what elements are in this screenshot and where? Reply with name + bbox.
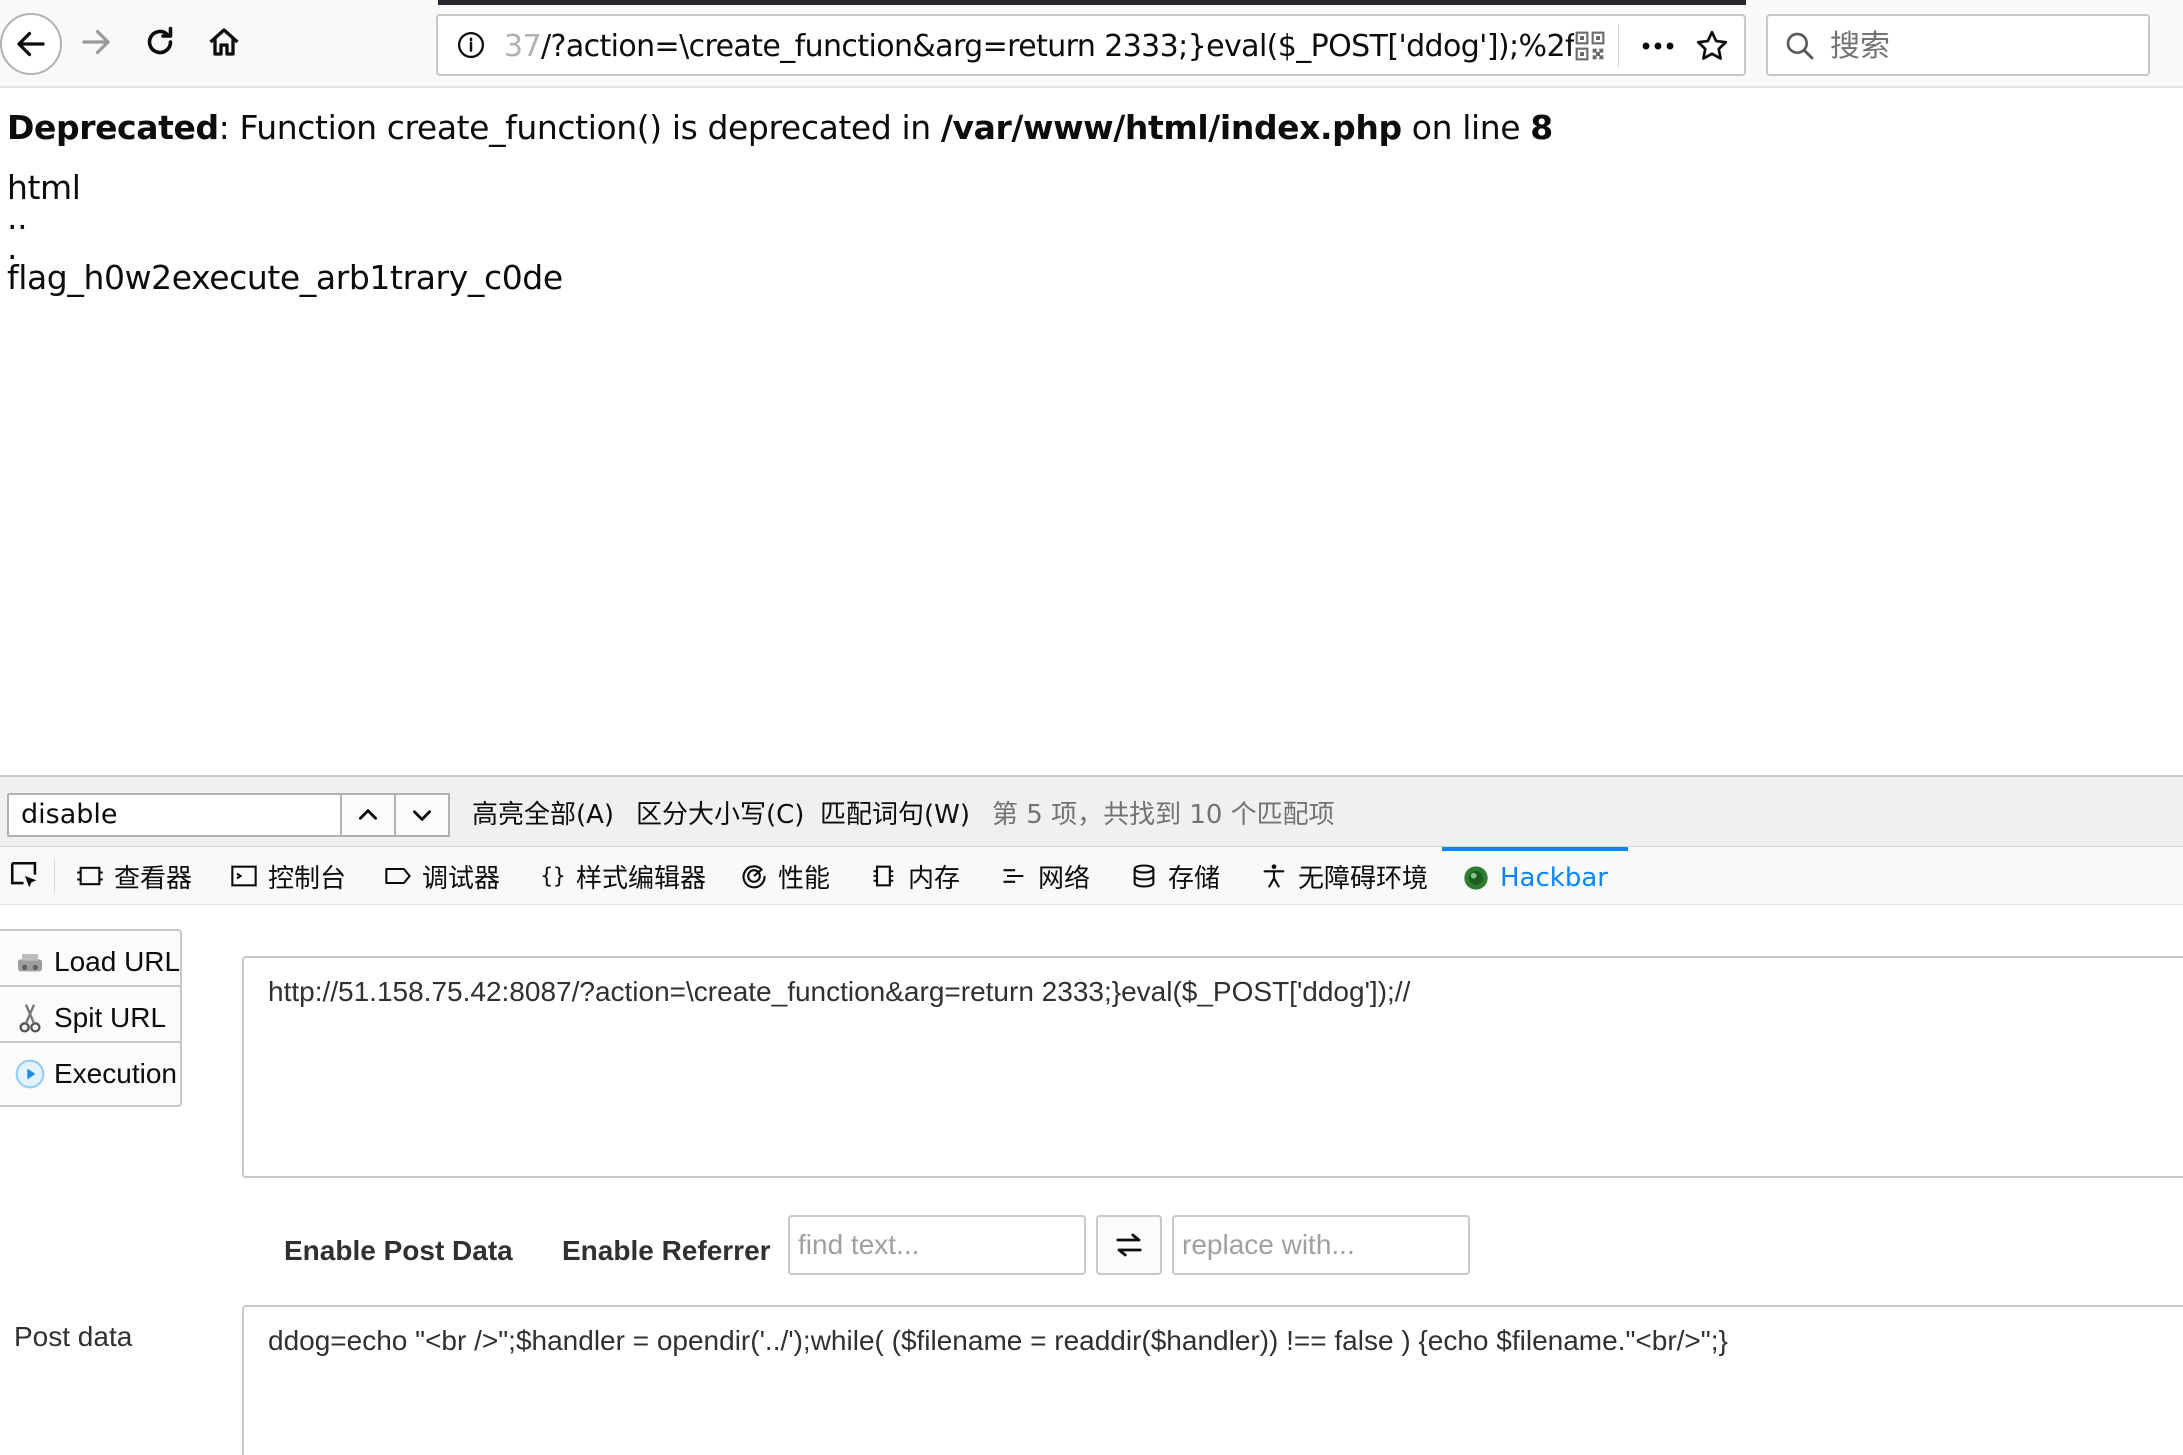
- tab-memory[interactable]: 内存: [870, 847, 960, 905]
- tab-label: 性能: [778, 863, 831, 894]
- load-url-icon: [18, 954, 42, 972]
- flag-text: flag_h0w2execute_arb1trary_c0de: [7, 258, 563, 297]
- search-placeholder: 搜索: [1830, 29, 1890, 64]
- tab-accessibility[interactable]: 无障碍环境: [1260, 847, 1428, 905]
- deprecation-warning: Deprecated: Function create_function() i…: [7, 106, 1553, 150]
- tab-inspector[interactable]: 查看器: [76, 847, 192, 905]
- hackbar-icon: [1464, 866, 1488, 890]
- whole-words-toggle[interactable]: 匹配词句(W): [820, 795, 970, 835]
- back-button[interactable]: [0, 13, 62, 75]
- swap-arrows-icon: [1116, 1233, 1142, 1257]
- tab-label: 控制台: [268, 863, 347, 894]
- memory-icon: [873, 865, 894, 887]
- find-status: 第 5 项，共找到 10 个匹配项: [992, 800, 1335, 830]
- element-picker-button[interactable]: [8, 847, 42, 905]
- post-data-label: Post data: [14, 1321, 133, 1352]
- tab-label: 内存: [908, 863, 961, 894]
- split-url-label: Spit URL: [54, 1002, 167, 1033]
- style-editor-icon: {}: [540, 864, 565, 888]
- tab-accent-bar: [438, 0, 1746, 5]
- page-content: Deprecated: Function create_function() i…: [0, 90, 2183, 775]
- play-icon: [15, 1059, 45, 1089]
- more-actions-icon[interactable]: [1638, 30, 1678, 62]
- scissors-icon: [19, 1004, 41, 1033]
- tab-style-editor[interactable]: {} 样式编辑器: [538, 847, 706, 905]
- tab-console[interactable]: 控制台: [230, 847, 346, 905]
- accessibility-icon: [1263, 864, 1285, 888]
- warning-line: 8: [1530, 108, 1553, 147]
- tab-label: 查看器: [114, 863, 193, 894]
- tab-label: Hackbar: [1500, 863, 1608, 893]
- warning-text: : Function create_function() is deprecat…: [218, 108, 941, 147]
- url-text[interactable]: 37/?action=\create_function&arg=return 2…: [504, 27, 1574, 67]
- info-icon[interactable]: [456, 30, 486, 60]
- warning-path: /var/www/html/index.php: [940, 108, 1402, 147]
- tab-label: 网络: [1038, 863, 1091, 894]
- bookmark-star-icon[interactable]: [1694, 28, 1730, 64]
- swap-button[interactable]: [1096, 1215, 1162, 1275]
- search-icon: [1786, 32, 1814, 60]
- address-bar[interactable]: 37/?action=\create_function&arg=return 2…: [436, 14, 1746, 76]
- qr-code-icon[interactable]: [1574, 30, 1606, 62]
- tab-storage[interactable]: 存储: [1130, 847, 1220, 905]
- url-prefix: 37: [504, 29, 542, 64]
- home-button[interactable]: [194, 12, 254, 72]
- find-previous-button[interactable]: [340, 793, 396, 837]
- tab-divider: [54, 859, 55, 893]
- performance-icon: [742, 865, 766, 889]
- console-icon: [231, 865, 257, 887]
- replace-text-input[interactable]: replace with...: [1172, 1215, 1470, 1275]
- enable-post-data-toggle[interactable]: Enable Post Data: [284, 1233, 513, 1269]
- devtools-panel: disable 高亮全部(A) 区分大小写(C) 匹配词句(W) 第 5 项，共…: [0, 775, 2183, 1455]
- home-icon: [209, 28, 239, 56]
- svg-text:{}: {}: [540, 864, 565, 888]
- reload-icon: [147, 26, 173, 55]
- execution-label: Execution: [54, 1058, 177, 1089]
- hackbar-panel: Load URL Spit URL Execution http://51.15…: [0, 905, 2183, 1455]
- highlight-all-toggle[interactable]: 高亮全部(A): [472, 795, 614, 835]
- post-data-textarea[interactable]: ddog=echo "<br />";$handler = opendir('.…: [242, 1305, 2183, 1455]
- tab-label: 调试器: [422, 863, 501, 894]
- network-icon: [1003, 869, 1024, 883]
- warning-label: Deprecated: [7, 108, 219, 147]
- url-textarea[interactable]: http://51.158.75.42:8087/?action=\create…: [242, 956, 2183, 1178]
- find-next-button[interactable]: [394, 793, 450, 837]
- warning-mid: on line: [1401, 108, 1531, 147]
- storage-icon: [1133, 864, 1155, 888]
- tab-label: 无障碍环境: [1298, 863, 1429, 894]
- tab-network[interactable]: 网络: [1000, 847, 1090, 905]
- match-case-toggle[interactable]: 区分大小写(C): [636, 795, 804, 835]
- urlbar-separator: [1618, 24, 1619, 68]
- debugger-icon: [385, 867, 411, 885]
- tab-label: 样式编辑器: [576, 863, 707, 894]
- inspector-icon: [77, 866, 103, 886]
- tab-debugger[interactable]: 调试器: [384, 847, 500, 905]
- forward-button[interactable]: [66, 12, 126, 72]
- execution-button[interactable]: Execution: [0, 1041, 182, 1107]
- enable-referrer-toggle[interactable]: Enable Referrer: [562, 1233, 771, 1269]
- tab-performance[interactable]: 性能: [740, 847, 830, 905]
- tab-hackbar[interactable]: Hackbar: [1442, 847, 1628, 905]
- reload-button[interactable]: [130, 12, 190, 72]
- find-bar: disable 高亮全部(A) 区分大小写(C) 匹配词句(W) 第 5 项，共…: [0, 777, 2183, 847]
- arrow-left-icon: [17, 31, 45, 57]
- devtools-tabs: 查看器 控制台 调试器 {} 样式编辑器 性能 内存 网络 存储 无障碍环境 H…: [0, 847, 2183, 905]
- arrow-right-icon: [82, 29, 110, 55]
- chevron-up-icon: [359, 809, 377, 820]
- load-url-label: Load URL: [54, 946, 181, 977]
- element-picker-icon: [10, 861, 37, 888]
- browser-toolbar: 37/?action=\create_function&arg=return 2…: [0, 0, 2183, 88]
- search-bar[interactable]: 搜索: [1766, 14, 2150, 76]
- find-input[interactable]: disable: [7, 793, 343, 837]
- url-path: /?action=\create_function&arg=return 233…: [540, 29, 1574, 64]
- find-text-input[interactable]: find text...: [788, 1215, 1086, 1275]
- tab-label: 存储: [1168, 863, 1221, 894]
- chevron-down-icon: [413, 810, 431, 821]
